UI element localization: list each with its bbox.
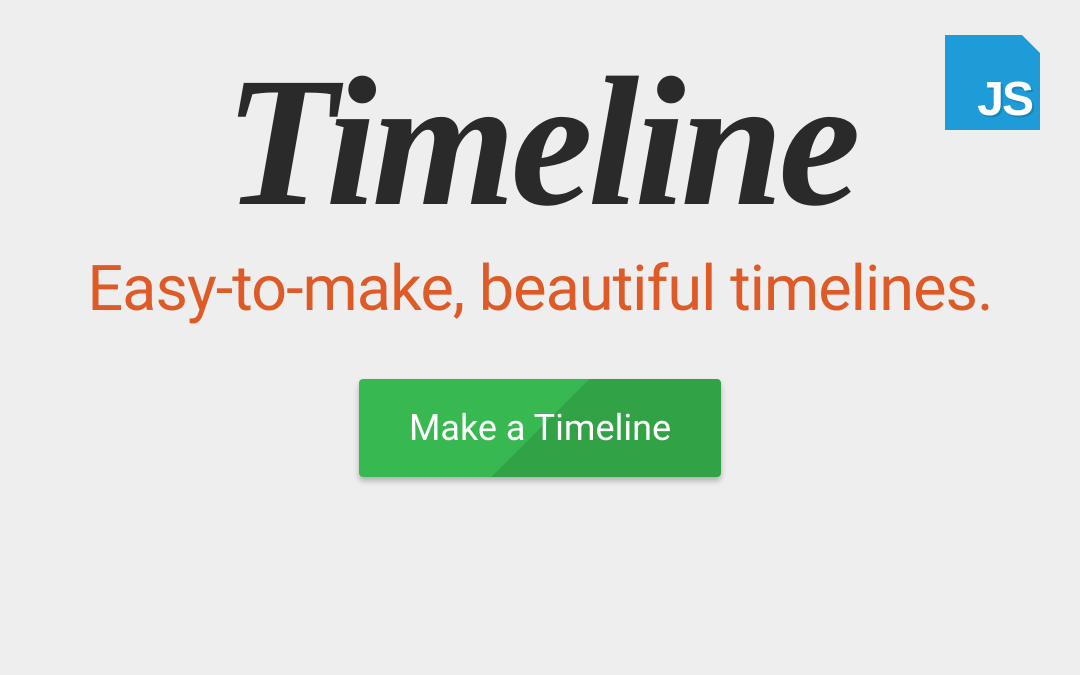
page-title: Timeline xyxy=(224,50,855,235)
page-subtitle: Easy-to-make, beautiful timelines. xyxy=(87,255,992,324)
make-timeline-button[interactable]: Make a Timeline xyxy=(359,379,721,477)
hero-container: Timeline Easy-to-make, beautiful timelin… xyxy=(0,0,1080,675)
make-timeline-button-label: Make a Timeline xyxy=(409,407,671,449)
js-badge-label: JS xyxy=(977,76,1032,124)
js-badge: JS JS xyxy=(945,35,1040,130)
